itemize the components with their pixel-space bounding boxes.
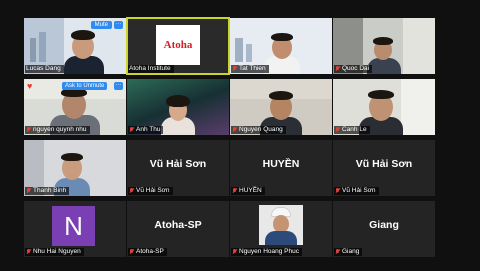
participant-name: HUYỀN bbox=[239, 187, 262, 194]
participant-tile[interactable]: N Nhu Hai Nguyen bbox=[24, 201, 126, 257]
participant-name-tag: Nguyen Hoang Phuc bbox=[231, 248, 302, 256]
mic-muted-icon bbox=[129, 127, 134, 133]
participant-tile[interactable]: Vũ Hải Sơn Vũ Hải Sơn bbox=[127, 140, 229, 196]
participant-name: nguyen quynh nhu bbox=[33, 126, 87, 133]
more-options-button[interactable]: ··· bbox=[114, 21, 123, 29]
participant-name: Atoha-SP bbox=[136, 248, 164, 255]
participant-name: Thanh Binh bbox=[33, 187, 67, 194]
participant-tile[interactable]: Mute ··· Lucas Dang bbox=[24, 18, 126, 74]
participant-display-name: HUYỀN bbox=[262, 158, 300, 170]
atoha-logo: Atoha bbox=[156, 25, 200, 65]
participant-display-name: Vũ Hải Sơn bbox=[355, 158, 413, 170]
participant-name-tag: Vũ Hải Sơn bbox=[128, 187, 173, 195]
participant-name-tag: nguyen quynh nhu bbox=[25, 126, 90, 134]
mic-muted-icon bbox=[232, 66, 237, 72]
participant-name: Anh Thu bbox=[136, 126, 161, 133]
participant-name: Nhu Hai Nguyen bbox=[33, 248, 81, 255]
participant-name: Tat Thien bbox=[239, 65, 266, 72]
profile-photo bbox=[259, 205, 303, 245]
participant-name: Lucas Dang bbox=[26, 65, 61, 72]
participant-tile[interactable]: Thanh Binh bbox=[24, 140, 126, 196]
participant-name-tag: Giang bbox=[334, 248, 363, 256]
participant-tile[interactable]: Tat Thien bbox=[230, 18, 332, 74]
participant-name-tag: Nhu Hai Nguyen bbox=[25, 248, 84, 256]
mic-muted-icon bbox=[129, 249, 134, 255]
ask-to-unmute-button[interactable]: Ask to Unmute bbox=[62, 82, 108, 90]
participant-display-name: Giang bbox=[369, 219, 399, 231]
participant-name-tag: Atoha-SP bbox=[128, 248, 167, 256]
avatar: N bbox=[52, 206, 95, 246]
participant-name: Nguyen Quang bbox=[239, 126, 283, 133]
mic-muted-icon bbox=[335, 66, 340, 72]
participant-tile[interactable]: Canh Le bbox=[333, 79, 435, 135]
participant-name-tag: Quoc Dai bbox=[334, 65, 373, 73]
participant-tile-active[interactable]: Atoha Atoha Institute bbox=[126, 17, 230, 75]
participant-name-tag: HUYỀN bbox=[231, 187, 265, 195]
mic-muted-icon bbox=[26, 127, 31, 133]
mic-muted-icon bbox=[129, 188, 134, 194]
participant-name: Atoha Institute bbox=[129, 65, 171, 72]
participant-tile[interactable]: HUYỀN HUYỀN bbox=[230, 140, 332, 196]
mic-muted-icon bbox=[26, 249, 31, 255]
participant-display-name: Vũ Hải Sơn bbox=[149, 158, 207, 170]
participant-tile[interactable]: Giang Giang bbox=[333, 201, 435, 257]
mic-muted-icon bbox=[232, 188, 237, 194]
participant-name: Quoc Dai bbox=[342, 65, 370, 72]
mic-muted-icon bbox=[335, 188, 340, 194]
participant-name: Vũ Hải Sơn bbox=[342, 187, 376, 194]
participant-name-tag: Tat Thien bbox=[231, 65, 269, 73]
mic-muted-icon bbox=[232, 127, 237, 133]
participant-name-tag: Nguyen Quang bbox=[231, 126, 286, 134]
participant-tile[interactable]: Nguyen Quang bbox=[230, 79, 332, 135]
more-options-button[interactable]: ··· bbox=[114, 82, 123, 90]
participant-tile[interactable]: Quoc Dai bbox=[333, 18, 435, 74]
participant-name: Canh Le bbox=[342, 126, 367, 133]
participant-tile[interactable]: Atoha-SP Atoha-SP bbox=[127, 201, 229, 257]
participant-tile[interactable]: Anh Thu bbox=[127, 79, 229, 135]
participant-name-tag: Atoha Institute bbox=[128, 65, 174, 73]
mute-button[interactable]: Mute bbox=[90, 21, 112, 29]
participant-name: Vũ Hải Sơn bbox=[136, 187, 170, 194]
mic-muted-icon bbox=[232, 249, 237, 255]
participant-name-tag: Anh Thu bbox=[128, 126, 164, 134]
mic-muted-icon bbox=[335, 127, 340, 133]
participant-name-tag: Vũ Hải Sơn bbox=[334, 187, 379, 195]
participant-name-tag: Canh Le bbox=[334, 126, 370, 134]
participant-name: Giang bbox=[342, 248, 360, 255]
participant-name-tag: Lucas Dang bbox=[25, 65, 64, 73]
participant-tile[interactable]: Nguyen Hoang Phuc bbox=[230, 201, 332, 257]
mic-muted-icon bbox=[26, 188, 31, 194]
participant-display-name: Atoha-SP bbox=[154, 219, 202, 231]
gallery-view: Mute ··· Lucas Dang Atoha Atoha Institut… bbox=[0, 0, 480, 271]
participant-name-tag: Thanh Binh bbox=[25, 187, 70, 195]
participant-tile[interactable]: ♥ Ask to Unmute ··· nguyen quynh nhu bbox=[24, 79, 126, 135]
participant-name: Nguyen Hoang Phuc bbox=[239, 248, 299, 255]
participant-tile[interactable]: Vũ Hải Sơn Vũ Hải Sơn bbox=[333, 140, 435, 196]
mic-muted-icon bbox=[335, 249, 340, 255]
heart-reaction-icon: ♥ bbox=[27, 81, 33, 91]
